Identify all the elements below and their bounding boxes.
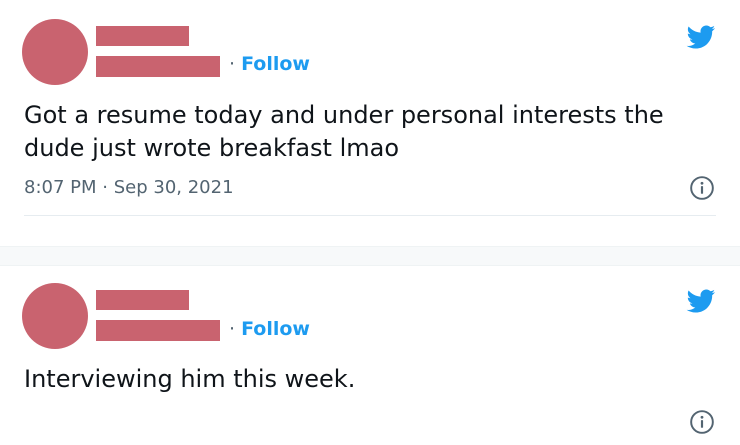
separator-dot: · xyxy=(102,177,108,198)
tweet-timestamp[interactable]: 8:07 PM · Sep 30, 2021 xyxy=(24,177,234,198)
display-name-redacted[interactable] xyxy=(96,290,189,310)
display-name-redacted[interactable] xyxy=(96,26,189,46)
info-icon[interactable] xyxy=(689,409,715,435)
follow-area: · Follow xyxy=(229,318,310,340)
follow-area: · Follow xyxy=(229,53,310,75)
tweet-date: Sep 30, 2021 xyxy=(113,177,234,198)
follow-button[interactable]: Follow xyxy=(241,53,310,75)
tweet-card: · Follow Got a resume today and under pe… xyxy=(0,0,740,246)
divider xyxy=(24,215,716,216)
info-icon[interactable] xyxy=(689,175,715,201)
tweet-text: Got a resume today and under personal in… xyxy=(24,101,664,162)
tweet-card: · Follow Interviewing him this week. xyxy=(0,266,740,445)
separator-dot: · xyxy=(229,318,236,340)
separator-dot: · xyxy=(229,53,236,75)
avatar-redacted[interactable] xyxy=(22,19,88,85)
tweet-text: Interviewing him this week. xyxy=(24,365,356,393)
avatar-redacted[interactable] xyxy=(22,283,88,349)
username-redacted[interactable] xyxy=(96,56,220,77)
follow-button[interactable]: Follow xyxy=(241,318,310,340)
tweet-time: 8:07 PM xyxy=(24,177,97,198)
twitter-bird-icon[interactable] xyxy=(683,22,718,52)
tweet-separator xyxy=(0,246,740,266)
username-redacted[interactable] xyxy=(96,320,220,341)
twitter-bird-icon[interactable] xyxy=(683,286,718,316)
